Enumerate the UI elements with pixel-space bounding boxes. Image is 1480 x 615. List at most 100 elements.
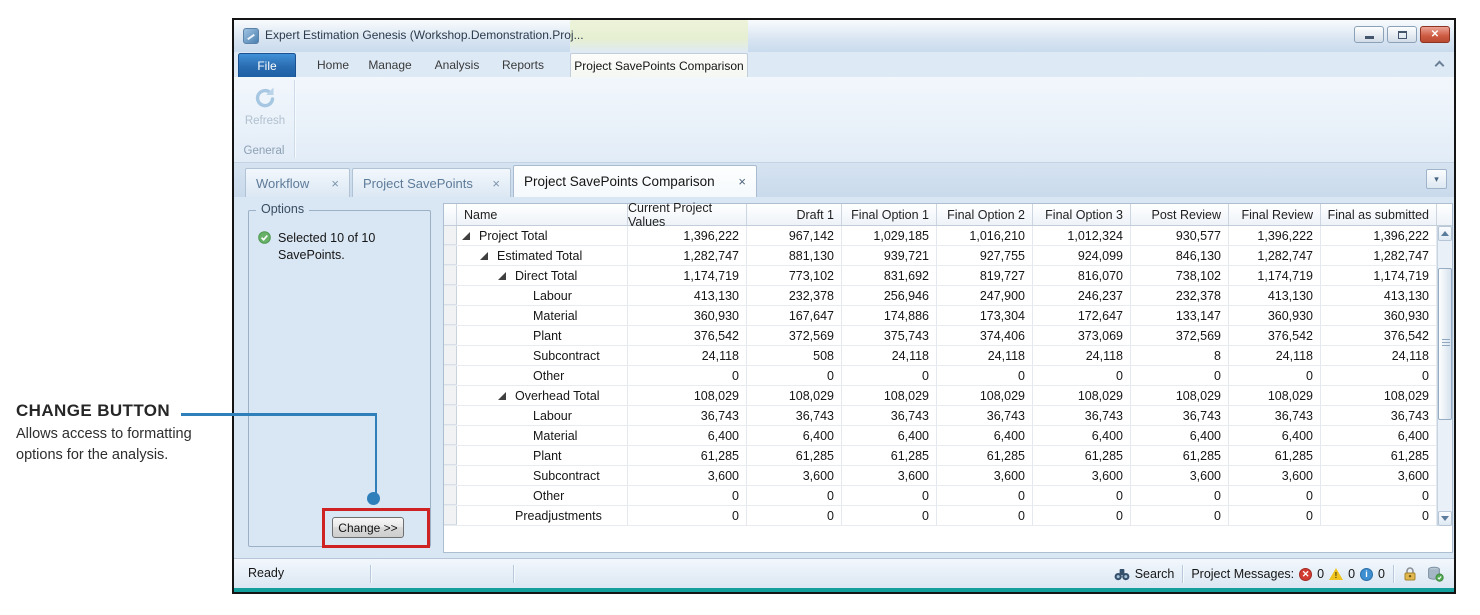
cell-value: 6,400 (747, 426, 842, 445)
table-row[interactable]: Subcontract24,11850824,11824,11824,11882… (444, 346, 1452, 366)
search-button[interactable]: Search (1114, 567, 1175, 581)
status-ready-text: Ready (248, 566, 284, 580)
ribbon-tab-analysis[interactable]: Analysis (428, 53, 486, 77)
cell-value: 0 (747, 506, 842, 525)
cell-value: 3,600 (1229, 466, 1321, 485)
cell-value: 108,029 (628, 386, 747, 405)
ribbon-tab-manage[interactable]: Manage (362, 53, 418, 77)
info-icon[interactable]: i (1360, 568, 1373, 581)
warning-icon[interactable]: ! (1329, 568, 1343, 580)
cell-value: 36,743 (937, 406, 1033, 425)
status-separator (513, 565, 514, 583)
column-header[interactable]: Final Option 2 (937, 204, 1033, 225)
table-row[interactable]: Other00000000 (444, 366, 1452, 386)
cell-value: 924,099 (1033, 246, 1131, 265)
column-header[interactable]: Current Project Values (628, 204, 747, 225)
row-name: Labour (533, 409, 572, 423)
doc-tab-workflow[interactable]: Workflow × (245, 168, 350, 197)
cell-value: 36,743 (628, 406, 747, 425)
row-name-cell: Preadjustments (457, 506, 628, 525)
row-name-cell: Overhead Total (457, 386, 628, 405)
table-row[interactable]: Direct Total1,174,719773,102831,692819,7… (444, 266, 1452, 286)
expander-icon[interactable] (498, 272, 506, 280)
cell-value: 1,396,222 (1321, 226, 1437, 245)
minimize-button[interactable] (1354, 26, 1384, 43)
table-row[interactable]: Plant61,28561,28561,28561,28561,28561,28… (444, 446, 1452, 466)
cell-value: 1,396,222 (1229, 226, 1321, 245)
column-header[interactable]: Final as submitted (1321, 204, 1437, 225)
refresh-button[interactable]: Refresh (242, 81, 288, 143)
table-row[interactable]: Overhead Total108,029108,029108,029108,0… (444, 386, 1452, 406)
tab-close-icon[interactable]: × (321, 176, 339, 191)
table-row[interactable]: Labour36,74336,74336,74336,74336,74336,7… (444, 406, 1452, 426)
ribbon-group-separator (294, 80, 295, 158)
column-header[interactable]: Draft 1 (747, 204, 842, 225)
close-button[interactable]: ✕ (1420, 26, 1450, 43)
column-header-name[interactable]: Name (457, 204, 628, 225)
column-header[interactable]: Post Review (1131, 204, 1229, 225)
tab-close-icon[interactable]: × (728, 174, 746, 189)
table-row[interactable]: Estimated Total1,282,747881,130939,72192… (444, 246, 1452, 266)
cell-value: 738,102 (1131, 266, 1229, 285)
cell-value: 232,378 (747, 286, 842, 305)
table-row[interactable]: Labour413,130232,378256,946247,900246,23… (444, 286, 1452, 306)
cell-value: 61,285 (1229, 446, 1321, 465)
cell-value: 36,743 (1321, 406, 1437, 425)
table-row[interactable]: Material360,930167,647174,886173,304172,… (444, 306, 1452, 326)
cell-value: 24,118 (1033, 346, 1131, 365)
vertical-scrollbar[interactable] (1437, 226, 1452, 526)
cell-value: 108,029 (747, 386, 842, 405)
cell-value: 172,647 (1033, 306, 1131, 325)
cell-value: 3,600 (628, 466, 747, 485)
cell-value: 0 (842, 366, 937, 385)
cell-value: 167,647 (747, 306, 842, 325)
scroll-down-button[interactable] (1438, 511, 1452, 526)
header-indicator (444, 204, 457, 225)
error-count: 0 (1317, 567, 1324, 581)
ribbon-tab-reports[interactable]: Reports (496, 53, 550, 77)
cell-value: 0 (1229, 506, 1321, 525)
cell-value: 6,400 (1131, 426, 1229, 445)
cell-value: 61,285 (937, 446, 1033, 465)
row-name: Labour (533, 289, 572, 303)
table-row[interactable]: Subcontract3,6003,6003,6003,6003,6003,60… (444, 466, 1452, 486)
ribbon-tab-savepoints-comparison[interactable]: Project SavePoints Comparison (570, 53, 748, 77)
collapse-ribbon-icon[interactable] (1435, 59, 1446, 70)
expander-icon[interactable] (462, 232, 470, 240)
table-row[interactable]: Material6,4006,4006,4006,4006,4006,4006,… (444, 426, 1452, 446)
permissions-lock-icon[interactable] (1402, 566, 1419, 582)
close-icon: ✕ (1431, 29, 1439, 40)
annotation-title: CHANGE BUTTON (16, 401, 170, 421)
column-header[interactable]: Final Option 1 (842, 204, 937, 225)
expander-icon[interactable] (498, 392, 506, 400)
table-row[interactable]: Plant376,542372,569375,743374,406373,069… (444, 326, 1452, 346)
column-header[interactable]: Final Review (1229, 204, 1321, 225)
scrollbar-thumb[interactable] (1438, 268, 1452, 420)
maximize-button[interactable] (1387, 26, 1417, 43)
tab-list-dropdown-button[interactable]: ▾ (1426, 169, 1447, 189)
tab-close-icon[interactable]: × (482, 176, 500, 191)
expander-icon[interactable] (480, 252, 488, 260)
cell-value: 1,174,719 (1229, 266, 1321, 285)
ribbon-body: Refresh General (234, 77, 1454, 163)
cell-value: 6,400 (842, 426, 937, 445)
search-binoculars-icon (1114, 568, 1130, 581)
doc-tab-project-savepoints[interactable]: Project SavePoints × (352, 168, 511, 197)
ribbon-tab-home[interactable]: Home (310, 53, 356, 77)
cell-value: 0 (1321, 486, 1437, 505)
error-icon[interactable]: ✕ (1299, 568, 1312, 581)
scrollbar-grip-icon (1442, 339, 1450, 347)
database-status-icon[interactable] (1427, 566, 1444, 582)
cell-value: 1,282,747 (628, 246, 747, 265)
cell-value: 6,400 (1321, 426, 1437, 445)
table-row[interactable]: Preadjustments00000000 (444, 506, 1452, 526)
table-row[interactable]: Project Total1,396,222967,1421,029,1851,… (444, 226, 1452, 246)
column-header[interactable]: Final Option 3 (1033, 204, 1131, 225)
scroll-up-button[interactable] (1438, 226, 1452, 241)
table-row[interactable]: Other00000000 (444, 486, 1452, 506)
cell-value: 108,029 (1321, 386, 1437, 405)
cell-value: 1,282,747 (1229, 246, 1321, 265)
ribbon-tab-file[interactable]: File (238, 53, 296, 77)
contextual-tab-highlight (570, 20, 748, 52)
doc-tab-savepoints-comparison[interactable]: Project SavePoints Comparison × (513, 165, 757, 197)
